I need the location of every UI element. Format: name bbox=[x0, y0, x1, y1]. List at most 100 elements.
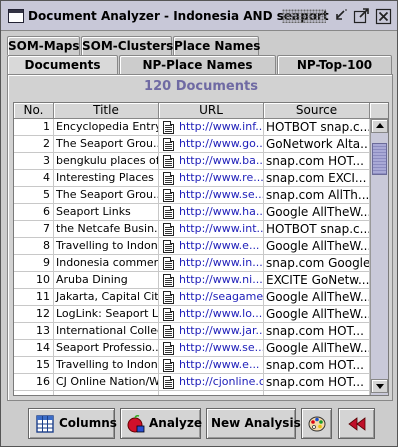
column-header-source[interactable]: Source bbox=[264, 103, 370, 119]
cell-url[interactable]: http://www.int... bbox=[159, 221, 264, 238]
cell-no-text: 14 bbox=[36, 341, 50, 354]
table-row[interactable]: 3 bengkulu places of... http://www.ba... sn… bbox=[14, 153, 370, 170]
cell-title: Aruba Dining bbox=[54, 272, 159, 289]
cell-url[interactable]: http://www.se... bbox=[159, 340, 264, 357]
document-icon bbox=[163, 291, 174, 304]
app-window-icon bbox=[8, 9, 24, 23]
cell-source-text: HOTBOT snap.c... bbox=[266, 222, 370, 236]
document-icon bbox=[163, 325, 174, 338]
cell-no: 6 bbox=[14, 204, 54, 221]
cell-title-text: Aruba Dining bbox=[56, 273, 128, 286]
tab-place-names[interactable]: Place Names bbox=[173, 36, 260, 55]
table-row[interactable]: 8 Travelling to Indon... http://www.e... Go… bbox=[14, 238, 370, 255]
cell-title: International Colleg... bbox=[54, 323, 159, 340]
table-body: 1 Encyclopedia Entry http://www.inf... HOTB… bbox=[14, 119, 370, 395]
cell-no: 15 bbox=[14, 357, 54, 374]
maximize-icon[interactable] bbox=[353, 8, 370, 25]
tab-som-maps[interactable]: SOM-Maps bbox=[7, 36, 80, 55]
back-arrows-icon bbox=[347, 415, 367, 433]
scroll-thumb[interactable] bbox=[372, 143, 387, 175]
title-bar[interactable]: Document Analyzer - Indonesia AND seapor… bbox=[1, 1, 397, 31]
palette-icon bbox=[308, 415, 326, 433]
table-row[interactable]: 13 International Colleg... http://www.jar.… bbox=[14, 323, 370, 340]
cell-url[interactable]: http://www.in... bbox=[159, 255, 264, 272]
cell-title: The Seaport Grou... bbox=[54, 136, 159, 153]
cell-no: 2 bbox=[14, 136, 54, 153]
document-icon bbox=[163, 257, 174, 270]
cell-url[interactable]: http://www.e... bbox=[159, 238, 264, 255]
scroll-down-button[interactable] bbox=[371, 379, 388, 393]
cell-source: Google AllTheW... bbox=[264, 204, 370, 221]
table-row[interactable]: 4 Interesting Places ... http://www.re... s… bbox=[14, 170, 370, 187]
cell-no: 12 bbox=[14, 306, 54, 323]
cell-url-text: http://www.e... bbox=[179, 239, 260, 252]
cell-url[interactable]: http://www.re... bbox=[159, 170, 264, 187]
cell-no bbox=[14, 391, 54, 395]
scroll-up-button[interactable] bbox=[371, 119, 388, 133]
tab-documents[interactable]: Documents bbox=[7, 55, 118, 74]
cell-url[interactable] bbox=[159, 391, 264, 395]
tab-np-place-names[interactable]: NP-Place Names bbox=[119, 55, 276, 74]
cell-title-text: Jakarta, Capital Cit... bbox=[56, 290, 159, 303]
document-icon bbox=[163, 121, 174, 134]
cell-source-text: HOTBOT snap.c... bbox=[266, 120, 370, 134]
document-icon bbox=[163, 172, 174, 185]
table-row[interactable]: 16 CJ Online Nation/W... http://cjonline.c… bbox=[14, 374, 370, 391]
cell-url-text: http://www.ha... bbox=[179, 205, 264, 218]
table-row[interactable]: 14 Seaport Professio... http://www.se... Go… bbox=[14, 340, 370, 357]
column-header-url[interactable]: URL bbox=[159, 103, 264, 119]
table-row[interactable]: 6 Seaport Links http://www.ha... Google All… bbox=[14, 204, 370, 221]
cell-url[interactable]: http://cjonline.c... bbox=[159, 374, 264, 391]
column-header-title[interactable]: Title bbox=[54, 103, 159, 119]
cell-url[interactable]: http://www.lo... bbox=[159, 306, 264, 323]
cell-title: Seaport Links bbox=[54, 204, 159, 221]
cell-source-text: Google AllTheW... bbox=[266, 205, 370, 219]
cell-url[interactable]: http://www.ha... bbox=[159, 204, 264, 221]
document-icon bbox=[163, 342, 174, 355]
cell-source-text: snap.com HOT... bbox=[266, 154, 364, 168]
cell-no-text: 5 bbox=[43, 188, 50, 201]
cell-url[interactable]: http://www.e... bbox=[159, 357, 264, 374]
close-icon[interactable] bbox=[375, 8, 392, 25]
cell-title: Seaport Professio... bbox=[54, 340, 159, 357]
cell-url[interactable]: http://seagame... bbox=[159, 289, 264, 306]
columns-button[interactable]: Columns bbox=[28, 408, 117, 439]
table-row[interactable]: 10 Aruba Dining http://www.ni... EXCITE GoN… bbox=[14, 272, 370, 289]
table-row[interactable]: 11 Jakarta, Capital Cit... http://seagame.… bbox=[14, 289, 370, 306]
tab-np-top-100[interactable]: NP-Top-100 bbox=[277, 55, 392, 74]
vertical-scrollbar[interactable] bbox=[370, 119, 388, 395]
cell-no: 11 bbox=[14, 289, 54, 306]
table-row[interactable]: 7 the Netcafe Busin... http://www.int... HO… bbox=[14, 221, 370, 238]
column-header-no[interactable]: No. bbox=[14, 103, 54, 119]
cell-no-text: 13 bbox=[36, 324, 50, 337]
table-row[interactable]: 5 The Seaport Grou... http://www.se... snap… bbox=[14, 187, 370, 204]
palette-button[interactable] bbox=[301, 408, 332, 439]
cell-url[interactable]: http://www.jar... bbox=[159, 323, 264, 340]
cell-url[interactable]: http://www.go... bbox=[159, 136, 264, 153]
cell-url[interactable]: http://www.se... bbox=[159, 187, 264, 204]
cell-url[interactable]: http://www.inf... bbox=[159, 119, 264, 136]
table-row[interactable]: 9 Indonesia commer... http://www.in... snap… bbox=[14, 255, 370, 272]
cell-url[interactable]: http://www.ba... bbox=[159, 153, 264, 170]
table-row[interactable]: 1 Encyclopedia Entry http://www.inf... HOTB… bbox=[14, 119, 370, 136]
cell-no-text: 8 bbox=[43, 239, 50, 252]
title-bar-grip[interactable] bbox=[282, 9, 326, 23]
cell-source bbox=[264, 391, 370, 395]
table-row[interactable]: 15 Travelling to Indon... http://www.e... s… bbox=[14, 357, 370, 374]
document-analyzer-window: Document Analyzer - Indonesia AND seapor… bbox=[0, 0, 398, 447]
minimize-icon[interactable] bbox=[332, 8, 349, 25]
columns-button-label: Columns bbox=[59, 416, 117, 430]
table-row[interactable]: 2 The Seaport Grou... http://www.go... GoNe… bbox=[14, 136, 370, 153]
analyze-button[interactable]: Analyze bbox=[120, 408, 202, 439]
cell-no-text: 6 bbox=[43, 205, 50, 218]
table-row[interactable]: 12 LogLink: Seaport L... http://www.lo... G… bbox=[14, 306, 370, 323]
chevron-down-icon bbox=[376, 384, 384, 389]
cell-title-text: Travelling to Indon... bbox=[56, 239, 159, 252]
cell-source: HOTBOT snap.c... bbox=[264, 119, 370, 136]
table-row[interactable] bbox=[14, 391, 370, 395]
back-button[interactable] bbox=[338, 408, 375, 439]
cell-no: 9 bbox=[14, 255, 54, 272]
cell-url[interactable]: http://www.ni... bbox=[159, 272, 264, 289]
tab-som-clusters[interactable]: SOM-Clusters bbox=[81, 36, 173, 55]
new-analysis-button[interactable]: New Analysis bbox=[206, 408, 301, 439]
